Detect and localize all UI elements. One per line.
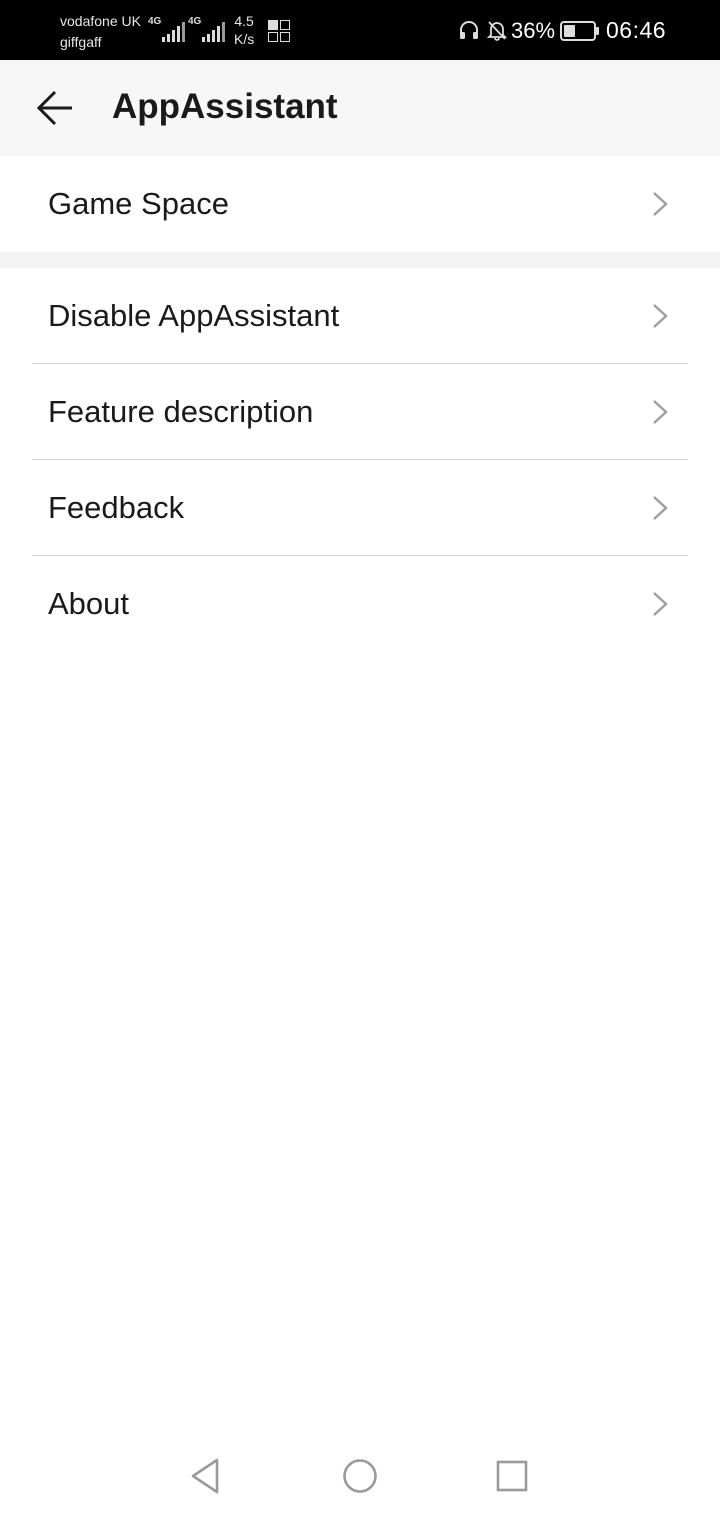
- nav-recents-button[interactable]: [488, 1452, 536, 1500]
- menu-item-game-space[interactable]: Game Space: [0, 156, 720, 252]
- square-recents-icon: [496, 1460, 528, 1492]
- menu-item-about[interactable]: About: [0, 556, 720, 652]
- menu-item-disable-appassistant[interactable]: Disable AppAssistant: [0, 268, 720, 364]
- menu-item-feedback[interactable]: Feedback: [0, 460, 720, 556]
- menu-item-label: Game Space: [48, 186, 229, 221]
- menu-item-feature-description[interactable]: Feature description: [0, 364, 720, 460]
- chevron-right-icon: [653, 400, 668, 424]
- network-speed: 4.5 K/s: [234, 13, 255, 47]
- chevron-right-icon: [653, 592, 668, 616]
- app-grid-icon: [268, 20, 291, 43]
- system-nav-bar: [0, 1432, 720, 1520]
- back-button[interactable]: [30, 82, 80, 134]
- clock: 06:46: [606, 17, 667, 43]
- app-bar: AppAssistant: [0, 60, 720, 156]
- carrier-names: vodafone UK giffgaff: [60, 11, 141, 53]
- carrier-secondary: giffgaff: [60, 34, 102, 50]
- battery-percent: 36%: [511, 18, 556, 43]
- menu-item-label: Feedback: [48, 490, 185, 525]
- menu-item-label: About: [48, 586, 130, 621]
- section-gap: [0, 252, 720, 268]
- chevron-right-icon: [653, 496, 668, 520]
- menu-item-label: Disable AppAssistant: [48, 298, 340, 333]
- nav-back-button[interactable]: [182, 1452, 230, 1500]
- status-bar: vodafone UK giffgaff 4G 4G 4.5 K/s 36% 0…: [0, 0, 720, 60]
- chevron-right-icon: [653, 304, 668, 328]
- bell-off-icon: [486, 21, 508, 41]
- menu-item-label: Feature description: [48, 394, 314, 429]
- headphone-icon: [460, 21, 478, 39]
- battery-icon: [560, 21, 599, 41]
- nav-home-button[interactable]: [336, 1452, 384, 1500]
- arrow-left-icon: [36, 90, 72, 126]
- circle-home-icon: [343, 1459, 377, 1493]
- page-title: AppAssistant: [112, 87, 338, 126]
- chevron-right-icon: [653, 192, 668, 216]
- carrier-primary: vodafone UK: [60, 13, 141, 29]
- triangle-back-icon: [191, 1458, 219, 1494]
